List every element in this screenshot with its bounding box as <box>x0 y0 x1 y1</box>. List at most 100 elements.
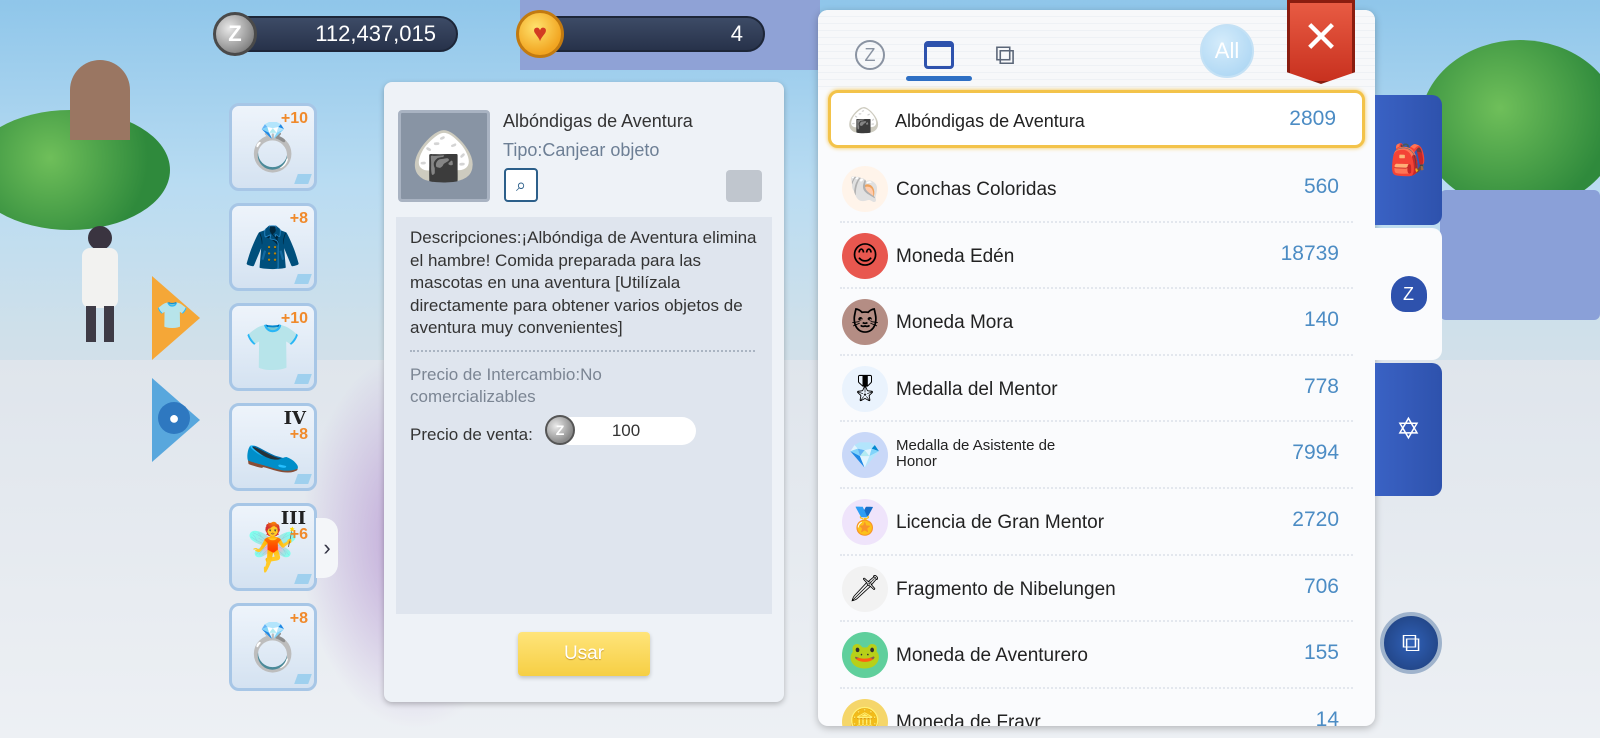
inventory-row[interactable]: 🎖 Medalla del Mentor 778 <box>840 356 1353 423</box>
use-button[interactable]: Usar <box>518 632 650 676</box>
inventory-row[interactable]: 🗡 Fragmento de Nibelungen 706 <box>840 556 1353 623</box>
item-quantity: 140 <box>1303 308 1339 332</box>
equipment-slot[interactable]: 💍 +8 <box>229 603 317 691</box>
item-icon: 😊 <box>842 232 888 279</box>
item-quantity: 778 <box>1303 374 1339 398</box>
item-icon: 🪙 <box>842 698 888 726</box>
inventory-row[interactable]: 🪙 Moneda de Frayr 14 <box>840 689 1353 726</box>
item-quantity: 2809 <box>1289 107 1336 130</box>
item-name: Fragmento de Nibelungen <box>896 578 1116 600</box>
tab-magic[interactable]: ✡ <box>1375 363 1442 496</box>
equipment-slot[interactable]: 💍 +10 <box>229 103 317 191</box>
item-quantity: 706 <box>1303 574 1339 598</box>
inspect-icon[interactable]: ⌕ <box>504 168 538 202</box>
item-icon: 🐚 <box>842 166 888 212</box>
all-filter-button[interactable]: All <box>1200 24 1254 78</box>
zeny-tab-icon: Z <box>855 40 885 70</box>
item-quantity: 560 <box>1303 175 1339 198</box>
close-button[interactable]: ✕ <box>1287 0 1355 84</box>
equipment-tag-icon <box>294 674 312 684</box>
item-name: Albóndigas de Aventura <box>895 111 1085 131</box>
active-tab-indicator <box>906 76 972 81</box>
tab-puzzle[interactable]: ⧉ <box>973 30 1037 80</box>
item-name: Medalla del Mentor <box>896 378 1058 400</box>
item-quantity: 14 <box>1315 707 1339 726</box>
building <box>1440 190 1600 320</box>
zeny-coin-icon: Z <box>545 415 575 445</box>
expand-equipment-chevron-icon[interactable]: › <box>316 518 338 578</box>
tab-backpack[interactable]: 🎒 <box>1375 95 1442 225</box>
inventory-row[interactable]: 🍙 Albóndigas de Aventura 2809 <box>828 90 1365 148</box>
tree <box>1420 40 1600 210</box>
equipment-tag-icon <box>294 274 312 284</box>
cat-coin-icon: ♥ <box>516 10 564 58</box>
item-icon: 💎 <box>842 432 888 479</box>
inventory-row[interactable]: 🐚 Conchas Coloridas 560 <box>840 156 1353 223</box>
puzzle-icon: ⧉ <box>995 38 1015 70</box>
item-icon: 🏅 <box>842 498 888 545</box>
item-description: Descripciones:¡Albóndiga de Aventura eli… <box>410 228 757 337</box>
item-quantity: 155 <box>1303 641 1339 665</box>
zeny-coin-icon: Z <box>213 12 257 56</box>
refine-level: +8 <box>289 210 308 227</box>
inventory-row[interactable]: 🐱 Moneda Mora 140 <box>840 289 1353 356</box>
equipment-slot[interactable]: 👕 +10 <box>229 303 317 391</box>
inventory-row[interactable]: 🏅 Licencia de Gran Mentor 2720 <box>840 489 1353 556</box>
item-name: Moneda de Frayr <box>896 711 1041 726</box>
tower <box>70 60 130 140</box>
money-bag-icon: Z <box>1390 276 1427 312</box>
description-box: Descripciones:¡Albóndiga de Aventura eli… <box>396 217 772 614</box>
shop-icon <box>924 41 954 69</box>
item-icon: 🍙 <box>841 97 887 143</box>
inventory-row[interactable]: 😊 Moneda Edén 18739 <box>840 223 1353 290</box>
equipment-column: 💍 +10 🧥 +8 👕 +10 🥿 IV +8 🧚 III +6 💍 +8 <box>229 103 317 703</box>
item-quantity: 7994 <box>1292 441 1339 465</box>
item-name: Albóndigas de Aventura <box>503 111 693 131</box>
shirt-icon: 👕 <box>156 300 189 330</box>
backpack-icon: 🎒 <box>1389 143 1428 177</box>
inventory-row[interactable]: 💎 Medalla de Asistente de Honor 7994 <box>840 422 1353 489</box>
cat-coin-amount: 4 <box>730 21 743 46</box>
inventory-panel: Z ⧉ All 🍙 Albóndigas de Aventura 2809 🐚 Conc… <box>818 10 1375 726</box>
equipment-slot[interactable]: 🧚 III +6 <box>229 503 317 591</box>
equipment-tag-icon <box>294 374 312 384</box>
equipment-tag-icon <box>294 474 312 484</box>
close-icon: ✕ <box>1302 12 1340 62</box>
item-name: Medalla de Asistente de Honor <box>896 437 1056 471</box>
person-icon: ● <box>158 402 190 434</box>
sale-price-value: 100 <box>556 417 696 445</box>
storage-tray-icon[interactable] <box>726 170 762 202</box>
refine-level: +10 <box>280 110 308 127</box>
item-name: Conchas Coloridas <box>896 179 1057 200</box>
refine-level: +8 <box>289 426 308 443</box>
sort-button[interactable]: ⧉ <box>1380 612 1442 674</box>
item-name: Moneda Mora <box>896 312 1014 334</box>
tab-zeny-bag[interactable]: Z <box>1375 228 1442 360</box>
hexagram-icon: ✡ <box>1395 413 1422 446</box>
tab-shop[interactable] <box>907 30 971 80</box>
zeny-amount: 112,437,015 <box>315 21 436 46</box>
tab-zeny[interactable]: Z <box>838 30 902 80</box>
item-icon: 🐱 <box>842 299 888 346</box>
arrange-icon: ⧉ <box>1401 627 1421 657</box>
item-icon: 🎖 <box>842 365 888 412</box>
divider <box>410 350 755 352</box>
item-name: Moneda de Aventurero <box>896 645 1088 667</box>
refine-level: +8 <box>289 610 308 627</box>
item-icon: 🐸 <box>842 632 888 679</box>
equipment-slot[interactable]: 🥿 IV +8 <box>229 403 317 491</box>
equipment-slot[interactable]: 🧥 +8 <box>229 203 317 291</box>
item-quantity: 2720 <box>1292 507 1339 531</box>
sale-price-label: Precio de venta: <box>410 425 533 444</box>
item-quantity: 18739 <box>1280 241 1339 265</box>
equipment-tag-icon <box>294 574 312 584</box>
inventory-row[interactable]: 🐸 Moneda de Aventurero 155 <box>840 622 1353 689</box>
item-detail-panel: 🍙 Albóndigas de Aventura Tipo:Canjear ob… <box>384 82 784 702</box>
equipment-tag-icon <box>294 174 312 184</box>
item-image: 🍙 <box>398 110 490 202</box>
trade-price: Precio de Intercambio:No comercializable… <box>410 365 602 406</box>
player-character <box>70 226 130 346</box>
item-name: Licencia de Gran Mentor <box>896 511 1105 533</box>
item-name: Moneda Edén <box>896 245 1015 267</box>
inventory-list: 🍙 Albóndigas de Aventura 2809 🐚 Conchas Colo… <box>818 90 1375 726</box>
